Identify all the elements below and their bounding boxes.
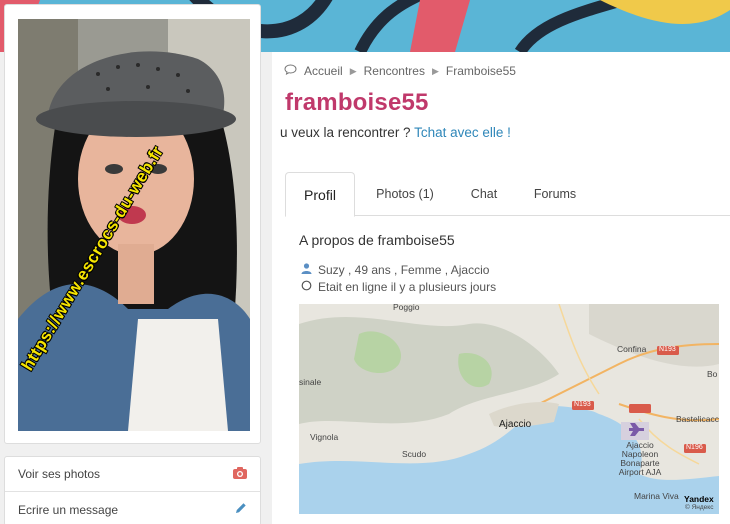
status-circle-icon [301,280,312,294]
write-message-label: Ecrire un message [18,502,119,517]
chat-invitation: u veux la rencontrer ? Tchat avec elle ! [280,125,511,140]
map-label-poggio: Poggio [393,304,420,312]
chat-with-her-link[interactable]: Tchat avec elle ! [414,125,511,140]
online-status: Etait en ligne il y a plusieurs jours [301,280,496,294]
profile-actions: Voir ses photos Ecrire un message [4,456,261,524]
map-label-scudo: Scudo [402,449,427,459]
profile-photo-card: https://www.escrocs-du-web.fr [4,4,261,444]
breadcrumb-rencontres-link[interactable]: Rencontres [364,64,425,78]
breadcrumb-home-link[interactable]: Accueil [304,64,343,78]
profile-details: Suzy , 49 ans , Femme , Ajaccio [301,263,489,277]
map-label-confina: Confina [617,344,647,354]
map-label-bo: Bo [707,369,718,379]
about-heading: A propos de framboise55 [299,232,455,248]
map-label-marina-viva: Marina Viva [634,491,679,501]
breadcrumb-separator-icon: ▶ [431,65,439,76]
map-yandex-logo: Yandex [684,494,714,504]
map-label-ajaccio: Ajaccio [499,419,532,430]
write-message-button[interactable]: Ecrire un message [5,492,260,524]
map-copyright: © Яндекс [685,504,714,511]
view-photos-label: Voir ses photos [18,467,101,481]
chat-bubble-icon [284,64,297,78]
map-road-n196: N196 [686,444,703,451]
pencil-icon [235,502,247,517]
tab-profil[interactable]: Profil [285,172,355,217]
page-title: framboise55 [285,89,429,116]
tab-forums[interactable]: Forums [521,172,589,216]
map-label-airport: Ajaccio Napoleon Bonaparte Airport AJA [618,440,662,477]
map-label-bastelicaccia: Bastelicacc [676,414,719,424]
profile-main-panel: Accueil ▶ Rencontres ▶ Framboise55 framb… [272,52,730,524]
map-road-n193: N193 [659,346,676,353]
profile-tabs: Profil Photos (1) Chat Forums [285,172,730,217]
view-photos-button[interactable]: Voir ses photos [5,457,260,492]
user-icon [301,263,312,277]
profile-photo[interactable] [18,19,250,431]
online-status-text: Etait en ligne il y a plusieurs jours [318,280,497,294]
tab-chat[interactable]: Chat [455,172,513,216]
profile-details-text: Suzy , 49 ans , Femme , Ajaccio [318,263,490,277]
map-label-sinale: sinale [299,377,322,387]
location-map[interactable]: Poggio Confina N193 sinale Bo N193 Baste… [299,304,719,514]
camera-icon [233,467,247,482]
chat-invitation-text: u veux la rencontrer ? [280,125,415,140]
map-road-n193-2: N193 [574,401,591,408]
tab-photos[interactable]: Photos (1) [363,172,447,216]
breadcrumb: Accueil ▶ Rencontres ▶ Framboise55 [284,64,516,78]
breadcrumb-separator-icon: ▶ [349,65,357,76]
breadcrumb-current: Framboise55 [445,64,516,78]
map-label-vignola: Vignola [310,432,339,442]
